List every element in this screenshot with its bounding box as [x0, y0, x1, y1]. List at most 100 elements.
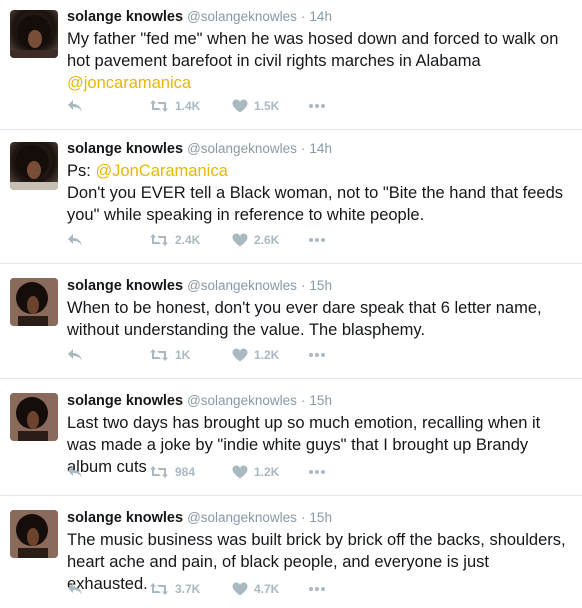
like-count: 1.5K	[254, 99, 280, 113]
retweet-count: 3.7K	[175, 582, 201, 596]
like-count: 2.6K	[254, 233, 280, 247]
tweet-prefix: Ps:	[67, 162, 91, 180]
tweet-header: solange knowles @solangeknowles · 14h	[67, 8, 572, 26]
tweet-actions: 1K 1.2K	[67, 346, 572, 364]
mention-link[interactable]: @JonCaramanica	[95, 162, 227, 180]
username[interactable]: @solangeknowles	[187, 393, 297, 408]
avatar[interactable]	[10, 142, 58, 190]
retweet-count: 1K	[175, 348, 191, 362]
more-icon	[309, 470, 325, 474]
tweet-text: My father "fed me" when he was hosed dow…	[67, 28, 572, 94]
display-name[interactable]: solange knowles	[67, 278, 183, 294]
separator: ·	[300, 9, 306, 24]
retweet-button[interactable]: 1.4K	[149, 97, 200, 115]
tweet-actions: 2.4K 2.6K	[67, 231, 572, 249]
separator: ·	[300, 393, 306, 408]
reply-icon	[68, 466, 82, 478]
more-button[interactable]	[308, 346, 326, 364]
more-button[interactable]	[308, 97, 326, 115]
tweet-actions: 1.4K 1.5K	[67, 97, 572, 115]
like-button[interactable]: 4.7K	[232, 580, 279, 598]
more-button[interactable]	[308, 231, 326, 249]
more-icon	[309, 587, 325, 591]
reply-icon	[68, 583, 82, 595]
like-button[interactable]: 1.5K	[232, 97, 279, 115]
tweet-header: solange knowles @solangeknowles · 15h	[67, 277, 572, 295]
timestamp[interactable]: 15h	[309, 393, 332, 408]
more-button[interactable]	[308, 580, 326, 598]
tweet[interactable]: solange knowles @solangeknowles · 15h Th…	[0, 496, 582, 608]
retweet-count: 2.4K	[175, 233, 201, 247]
timestamp[interactable]: 14h	[309, 141, 332, 156]
username[interactable]: @solangeknowles	[187, 141, 297, 156]
retweet-count: 1.4K	[175, 99, 201, 113]
heart-icon	[232, 348, 248, 362]
separator: ·	[300, 141, 306, 156]
tweet-text: Ps: @JonCaramanica Don't you EVER tell a…	[67, 160, 572, 226]
more-icon	[309, 353, 325, 357]
retweet-icon	[150, 349, 168, 361]
username[interactable]: @solangeknowles	[187, 510, 297, 525]
heart-icon	[232, 465, 248, 479]
tweet-header: solange knowles @solangeknowles · 14h	[67, 140, 572, 158]
more-button[interactable]	[308, 463, 326, 481]
like-count: 4.7K	[254, 582, 280, 596]
like-button[interactable]: 1.2K	[232, 463, 279, 481]
tweet-body: Don't you EVER tell a Black woman, not t…	[67, 184, 564, 224]
retweet-button[interactable]: 2.4K	[149, 231, 200, 249]
timestamp[interactable]: 15h	[309, 510, 332, 525]
tweet[interactable]: solange knowles @solangeknowles · 15h La…	[0, 379, 582, 496]
retweet-count: 984	[175, 465, 196, 479]
tweet[interactable]: solange knowles @solangeknowles · 14h Ps…	[0, 130, 582, 264]
reply-icon	[68, 349, 82, 361]
tweet-body: When to be honest, don't you ever dare s…	[67, 299, 542, 339]
tweet[interactable]: solange knowles @solangeknowles · 15h Wh…	[0, 264, 582, 379]
reply-button[interactable]	[67, 463, 83, 481]
like-count: 1.2K	[254, 465, 280, 479]
mention-link[interactable]: @joncaramanica	[67, 74, 191, 92]
tweet-text: When to be honest, don't you ever dare s…	[67, 297, 572, 341]
reply-icon	[68, 234, 82, 246]
separator: ·	[300, 510, 306, 525]
more-icon	[309, 238, 325, 242]
tweet-actions: 984 1.2K	[67, 463, 572, 481]
reply-button[interactable]	[67, 580, 83, 598]
timestamp[interactable]: 15h	[309, 278, 332, 293]
display-name[interactable]: solange knowles	[67, 393, 183, 409]
more-icon	[309, 104, 325, 108]
display-name[interactable]: solange knowles	[67, 510, 183, 526]
like-button[interactable]: 1.2K	[232, 346, 279, 364]
reply-button[interactable]	[67, 346, 83, 364]
heart-icon	[232, 582, 248, 596]
retweet-icon	[150, 466, 168, 478]
retweet-button[interactable]: 3.7K	[149, 580, 200, 598]
display-name[interactable]: solange knowles	[67, 141, 183, 157]
reply-button[interactable]	[67, 97, 83, 115]
reply-button[interactable]	[67, 231, 83, 249]
avatar[interactable]	[10, 278, 58, 326]
heart-icon	[232, 233, 248, 247]
retweet-icon	[150, 100, 168, 112]
reply-icon	[68, 100, 82, 112]
timestamp[interactable]: 14h	[309, 9, 332, 24]
like-button[interactable]: 2.6K	[232, 231, 279, 249]
timeline: solange knowles @solangeknowles · 14h My…	[0, 0, 582, 608]
like-count: 1.2K	[254, 348, 280, 362]
tweet-body: My father "fed me" when he was hosed dow…	[67, 30, 559, 70]
retweet-button[interactable]: 984	[149, 463, 195, 481]
retweet-icon	[150, 583, 168, 595]
username[interactable]: @solangeknowles	[187, 278, 297, 293]
avatar[interactable]	[10, 10, 58, 58]
retweet-button[interactable]: 1K	[149, 346, 190, 364]
heart-icon	[232, 99, 248, 113]
separator: ·	[300, 278, 306, 293]
retweet-icon	[150, 234, 168, 246]
tweet-actions: 3.7K 4.7K	[67, 580, 572, 598]
display-name[interactable]: solange knowles	[67, 9, 183, 25]
username[interactable]: @solangeknowles	[187, 9, 297, 24]
tweet-header: solange knowles @solangeknowles · 15h	[67, 392, 572, 410]
avatar[interactable]	[10, 393, 58, 441]
avatar[interactable]	[10, 510, 58, 558]
tweet-header: solange knowles @solangeknowles · 15h	[67, 509, 572, 527]
tweet[interactable]: solange knowles @solangeknowles · 14h My…	[0, 0, 582, 130]
